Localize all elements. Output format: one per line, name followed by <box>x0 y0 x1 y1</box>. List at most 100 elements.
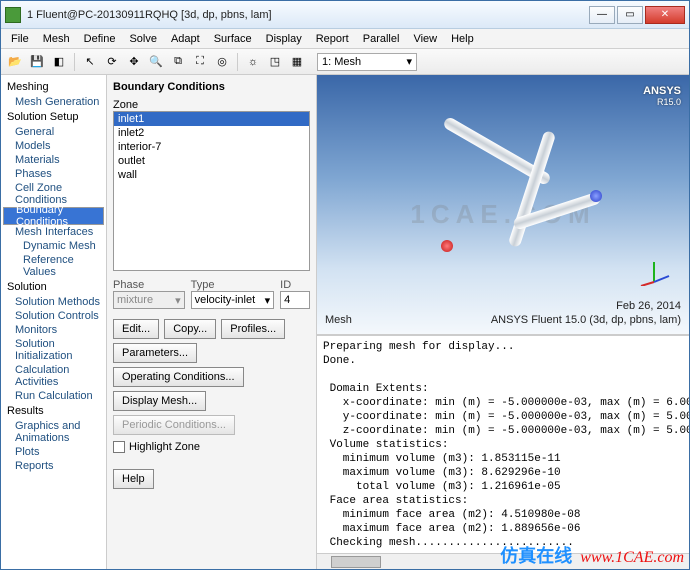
open-icon[interactable]: 📂 <box>5 52 25 72</box>
nav-solution-setup[interactable]: Solution Setup <box>3 109 104 125</box>
minimize-button[interactable]: — <box>589 6 615 24</box>
checkbox-icon <box>113 441 125 453</box>
viewport-product: ANSYS Fluent 15.0 (3d, dp, pbns, lam) <box>491 314 681 326</box>
profiles-button[interactable]: Profiles... <box>221 319 285 339</box>
id-label: ID <box>280 279 310 291</box>
save-icon[interactable]: 💾 <box>27 52 47 72</box>
chevron-down-icon: ▾ <box>406 55 412 68</box>
edit-button[interactable]: Edit... <box>113 319 159 339</box>
zone-item[interactable]: outlet <box>114 154 309 168</box>
help-button[interactable]: Help <box>113 469 154 489</box>
nav-materials[interactable]: Materials <box>3 153 104 167</box>
boundary-conditions-panel: Boundary Conditions Zone inlet1 inlet2 i… <box>107 75 317 569</box>
window-title: 1 Fluent@PC-20130911RQHQ [3d, dp, pbns, … <box>27 9 589 21</box>
nav-reference-values[interactable]: Reference Values <box>3 253 104 279</box>
nav-results[interactable]: Results <box>3 403 104 419</box>
zone-item[interactable]: inlet1 <box>114 112 309 126</box>
nav-tree[interactable]: Meshing Mesh Generation Solution Setup G… <box>1 75 107 569</box>
zone-item[interactable]: interior-7 <box>114 140 309 154</box>
nav-monitors[interactable]: Monitors <box>3 323 104 337</box>
nav-calc-activities[interactable]: Calculation Activities <box>3 363 104 389</box>
nav-mesh-interfaces[interactable]: Mesh Interfaces <box>3 225 104 239</box>
zone-list[interactable]: inlet1 inlet2 interior-7 outlet wall <box>113 111 310 271</box>
text-console[interactable]: Preparing mesh for display... Done. Doma… <box>317 335 689 553</box>
app-window: 1 Fluent@PC-20130911RQHQ [3d, dp, pbns, … <box>0 0 690 570</box>
periodic-conditions-button: Periodic Conditions... <box>113 415 235 435</box>
pan-icon[interactable]: ✥ <box>124 52 144 72</box>
menu-help[interactable]: Help <box>445 31 480 47</box>
separator <box>237 53 238 71</box>
menu-surface[interactable]: Surface <box>208 31 258 47</box>
viewport-date: Feb 26, 2014 <box>616 300 681 312</box>
nav-solution-init[interactable]: Solution Initialization <box>3 337 104 363</box>
scrollbar-thumb[interactable] <box>331 556 381 568</box>
highlight-zone-checkbox[interactable]: Highlight Zone <box>113 441 310 453</box>
id-field[interactable]: 4 <box>280 291 310 309</box>
nav-boundary-conditions[interactable]: Boundary Conditions <box>3 207 104 225</box>
type-select[interactable]: velocity-inlet▾ <box>191 291 275 309</box>
panel-title: Boundary Conditions <box>113 79 310 97</box>
chevron-down-icon: ▾ <box>265 294 271 307</box>
rotate-icon[interactable]: ⟳ <box>102 52 122 72</box>
horizontal-scrollbar[interactable] <box>317 553 689 569</box>
menu-adapt[interactable]: Adapt <box>165 31 206 47</box>
axis-triad-icon <box>637 252 671 286</box>
copy-button[interactable]: Copy... <box>164 319 216 339</box>
parameters-button[interactable]: Parameters... <box>113 343 197 363</box>
layout-icon[interactable]: ▦ <box>287 52 307 72</box>
zoom-icon[interactable]: 🔍 <box>146 52 166 72</box>
menu-file[interactable]: File <box>5 31 35 47</box>
fit-icon[interactable]: ⛶ <box>190 52 210 72</box>
titlebar: 1 Fluent@PC-20130911RQHQ [3d, dp, pbns, … <box>1 1 689 29</box>
nav-plots[interactable]: Plots <box>3 445 104 459</box>
separator <box>74 53 75 71</box>
menu-report[interactable]: Report <box>310 31 355 47</box>
phase-label: Phase <box>113 279 185 291</box>
axis-icon[interactable]: ◳ <box>265 52 285 72</box>
nav-meshing[interactable]: Meshing <box>3 79 104 95</box>
menu-view[interactable]: View <box>407 31 443 47</box>
menu-solve[interactable]: Solve <box>123 31 163 47</box>
menu-display[interactable]: Display <box>260 31 308 47</box>
outlet-cap <box>590 190 602 202</box>
ansys-logo: ANSYSR15.0 <box>643 81 681 107</box>
display-mesh-button[interactable]: Display Mesh... <box>113 391 206 411</box>
mesh-selector-value: 1: Mesh <box>322 56 361 68</box>
nav-reports[interactable]: Reports <box>3 459 104 473</box>
print-icon[interactable]: ◧ <box>49 52 69 72</box>
operating-conditions-button[interactable]: Operating Conditions... <box>113 367 244 387</box>
nav-solution-controls[interactable]: Solution Controls <box>3 309 104 323</box>
zone-item[interactable]: inlet2 <box>114 126 309 140</box>
zone-label: Zone <box>113 97 310 111</box>
zone-item[interactable]: wall <box>114 168 309 182</box>
close-button[interactable]: ✕ <box>645 6 685 24</box>
toolbar: 📂 💾 ◧ ↖ ⟳ ✥ 🔍 ⧉ ⛶ ◎ ☼ ◳ ▦ 1: Mesh ▾ <box>1 49 689 75</box>
light-icon[interactable]: ☼ <box>243 52 263 72</box>
phase-select: mixture▾ <box>113 291 185 309</box>
nav-solution[interactable]: Solution <box>3 279 104 295</box>
nav-solution-methods[interactable]: Solution Methods <box>3 295 104 309</box>
mesh-selector[interactable]: 1: Mesh ▾ <box>317 53 417 71</box>
nav-dynamic-mesh[interactable]: Dynamic Mesh <box>3 239 104 253</box>
pointer-icon[interactable]: ↖ <box>80 52 100 72</box>
watermark: 1CAE.COM <box>317 199 689 230</box>
menubar: File Mesh Define Solve Adapt Surface Dis… <box>1 29 689 49</box>
graphics-viewport[interactable]: 1CAE.COM ANSYSR15.0 Mesh Feb 26, 2014 AN… <box>317 75 689 335</box>
nav-general[interactable]: General <box>3 125 104 139</box>
menu-mesh[interactable]: Mesh <box>37 31 76 47</box>
nav-phases[interactable]: Phases <box>3 167 104 181</box>
nav-mesh-generation[interactable]: Mesh Generation <box>3 95 104 109</box>
nav-run-calculation[interactable]: Run Calculation <box>3 389 104 403</box>
nav-graphics[interactable]: Graphics and Animations <box>3 419 104 445</box>
chevron-down-icon: ▾ <box>175 294 181 307</box>
probe-icon[interactable]: ◎ <box>212 52 232 72</box>
nav-models[interactable]: Models <box>3 139 104 153</box>
viewport-label: Mesh <box>325 314 352 326</box>
zoombox-icon[interactable]: ⧉ <box>168 52 188 72</box>
menu-define[interactable]: Define <box>78 31 122 47</box>
menu-parallel[interactable]: Parallel <box>357 31 406 47</box>
highlight-zone-label: Highlight Zone <box>129 441 200 453</box>
maximize-button[interactable]: ▭ <box>617 6 643 24</box>
type-label: Type <box>191 279 275 291</box>
inlet-cap <box>441 240 453 252</box>
